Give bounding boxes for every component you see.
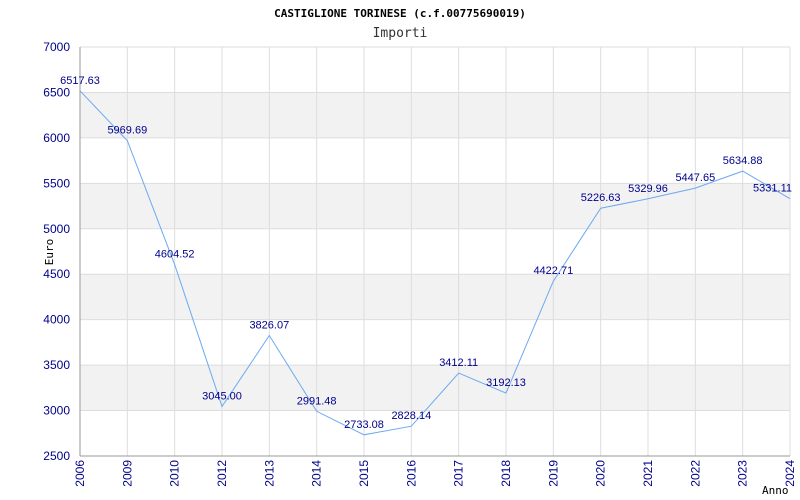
x-tick-label: 2010 [168,460,182,487]
x-tick-label: 2006 [73,460,87,487]
x-tick-label: 2017 [452,460,466,487]
data-label: 4604.52 [155,249,195,261]
background-band [80,92,790,138]
data-label: 5969.69 [107,125,147,137]
x-tick-label: 2014 [310,460,324,487]
x-tick-labels: 2006 2009 2010 2012 2013 2014 2015 2016 2017 2018… [73,460,797,487]
line-chart: 2500 3000 3500 4000 4500 5000 5500 6000 6500 7000… [43,7,797,497]
y-tick-label: 3500 [43,358,70,372]
data-label: 3412.11 [439,357,478,369]
data-label: 5447.65 [675,172,715,184]
data-label: 4422.71 [533,265,573,277]
y-tick-label: 4500 [43,267,70,281]
x-tick-label: 2015 [357,460,371,487]
data-label: 3192.13 [486,377,526,389]
y-tick-label: 2500 [43,449,70,463]
chart-title: CASTIGLIONE TORINESE (c.f.00775690019) [274,7,526,20]
data-label: 3045.00 [202,390,242,402]
x-tick-label: 2024 [783,460,797,487]
x-tick-label: 2023 [736,460,750,487]
x-tick-label: 2021 [641,460,655,487]
y-tick-label: 4000 [43,313,70,327]
data-label: 5329.96 [628,183,668,195]
y-axis-label: Euro [43,239,56,266]
data-label: 2991.48 [297,395,337,407]
y-tick-label: 7000 [43,40,70,54]
data-label: 5634.88 [723,155,763,167]
y-tick-label: 6500 [43,85,70,99]
y-tick-label: 6000 [43,131,70,145]
y-tick-label: 5000 [43,222,70,236]
x-tick-label: 2012 [215,460,229,487]
chart-subtitle: Importi [373,26,428,41]
x-tick-label: 2022 [688,460,702,487]
data-label: 2733.08 [344,419,384,431]
background-band [80,365,790,411]
data-label: 3826.07 [249,319,289,331]
x-tick-label: 2013 [262,460,276,487]
x-axis-label: Anno [762,484,789,497]
background-band [80,183,790,229]
data-label: 2828.14 [391,410,431,422]
y-tick-label: 5500 [43,176,70,190]
x-tick-label: 2019 [546,460,560,487]
data-label: 6517.63 [60,75,100,87]
background-band [80,274,790,320]
y-tick-label: 3000 [43,404,70,418]
x-tick-label: 2018 [499,460,513,487]
x-tick-label: 2020 [594,460,608,487]
data-label: 5226.63 [581,192,621,204]
data-label: 5331.11 [753,183,792,195]
x-tick-label: 2009 [120,460,134,487]
x-tick-label: 2016 [404,460,418,487]
